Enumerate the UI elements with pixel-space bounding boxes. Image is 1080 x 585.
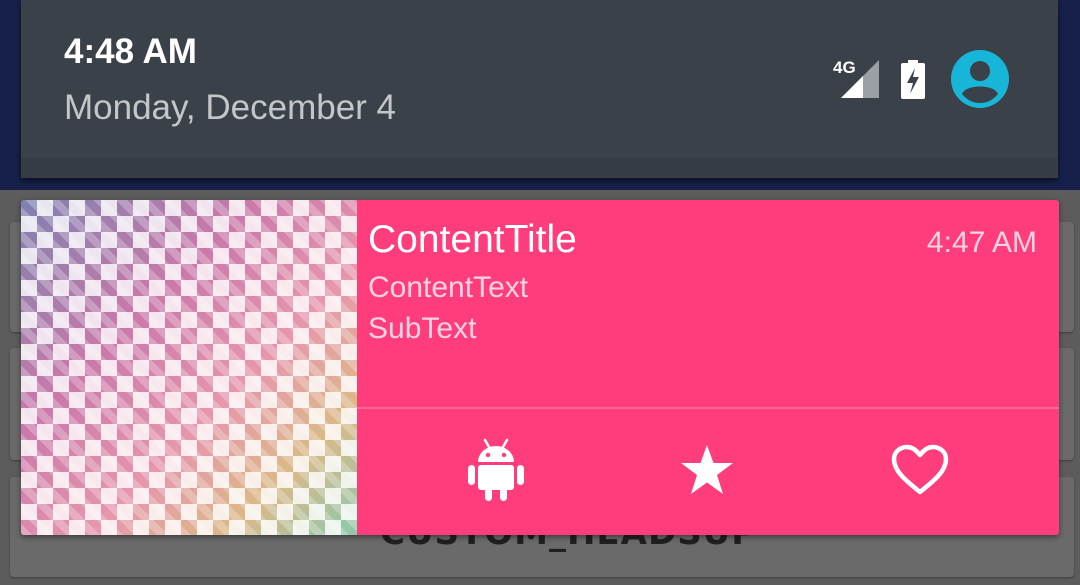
notification-title: ContentTitle [368,218,577,261]
notification-subtext: SubText [368,312,477,345]
notification-large-icon [21,200,357,535]
notification-time: 4:47 AM [926,226,1037,259]
android-icon [468,438,524,506]
action-star-button[interactable] [590,409,824,535]
user-avatar-icon[interactable] [951,50,1009,108]
battery-charging-icon [900,60,926,100]
action-android-button[interactable] [379,409,613,535]
header-shadow-strip [21,158,1058,178]
star-icon [679,443,735,501]
notification-shade-header: 4:48 AM Monday, December 4 4G [21,0,1058,178]
network-type-label: 4G [833,58,856,77]
clock: 4:48 AM [64,32,197,71]
heart-icon [891,444,949,500]
signal-icon: 4G [833,58,881,100]
action-heart-button[interactable] [803,409,1037,535]
date-label[interactable]: Monday, December 4 [64,88,396,128]
notification-content-text: ContentText [368,271,529,304]
